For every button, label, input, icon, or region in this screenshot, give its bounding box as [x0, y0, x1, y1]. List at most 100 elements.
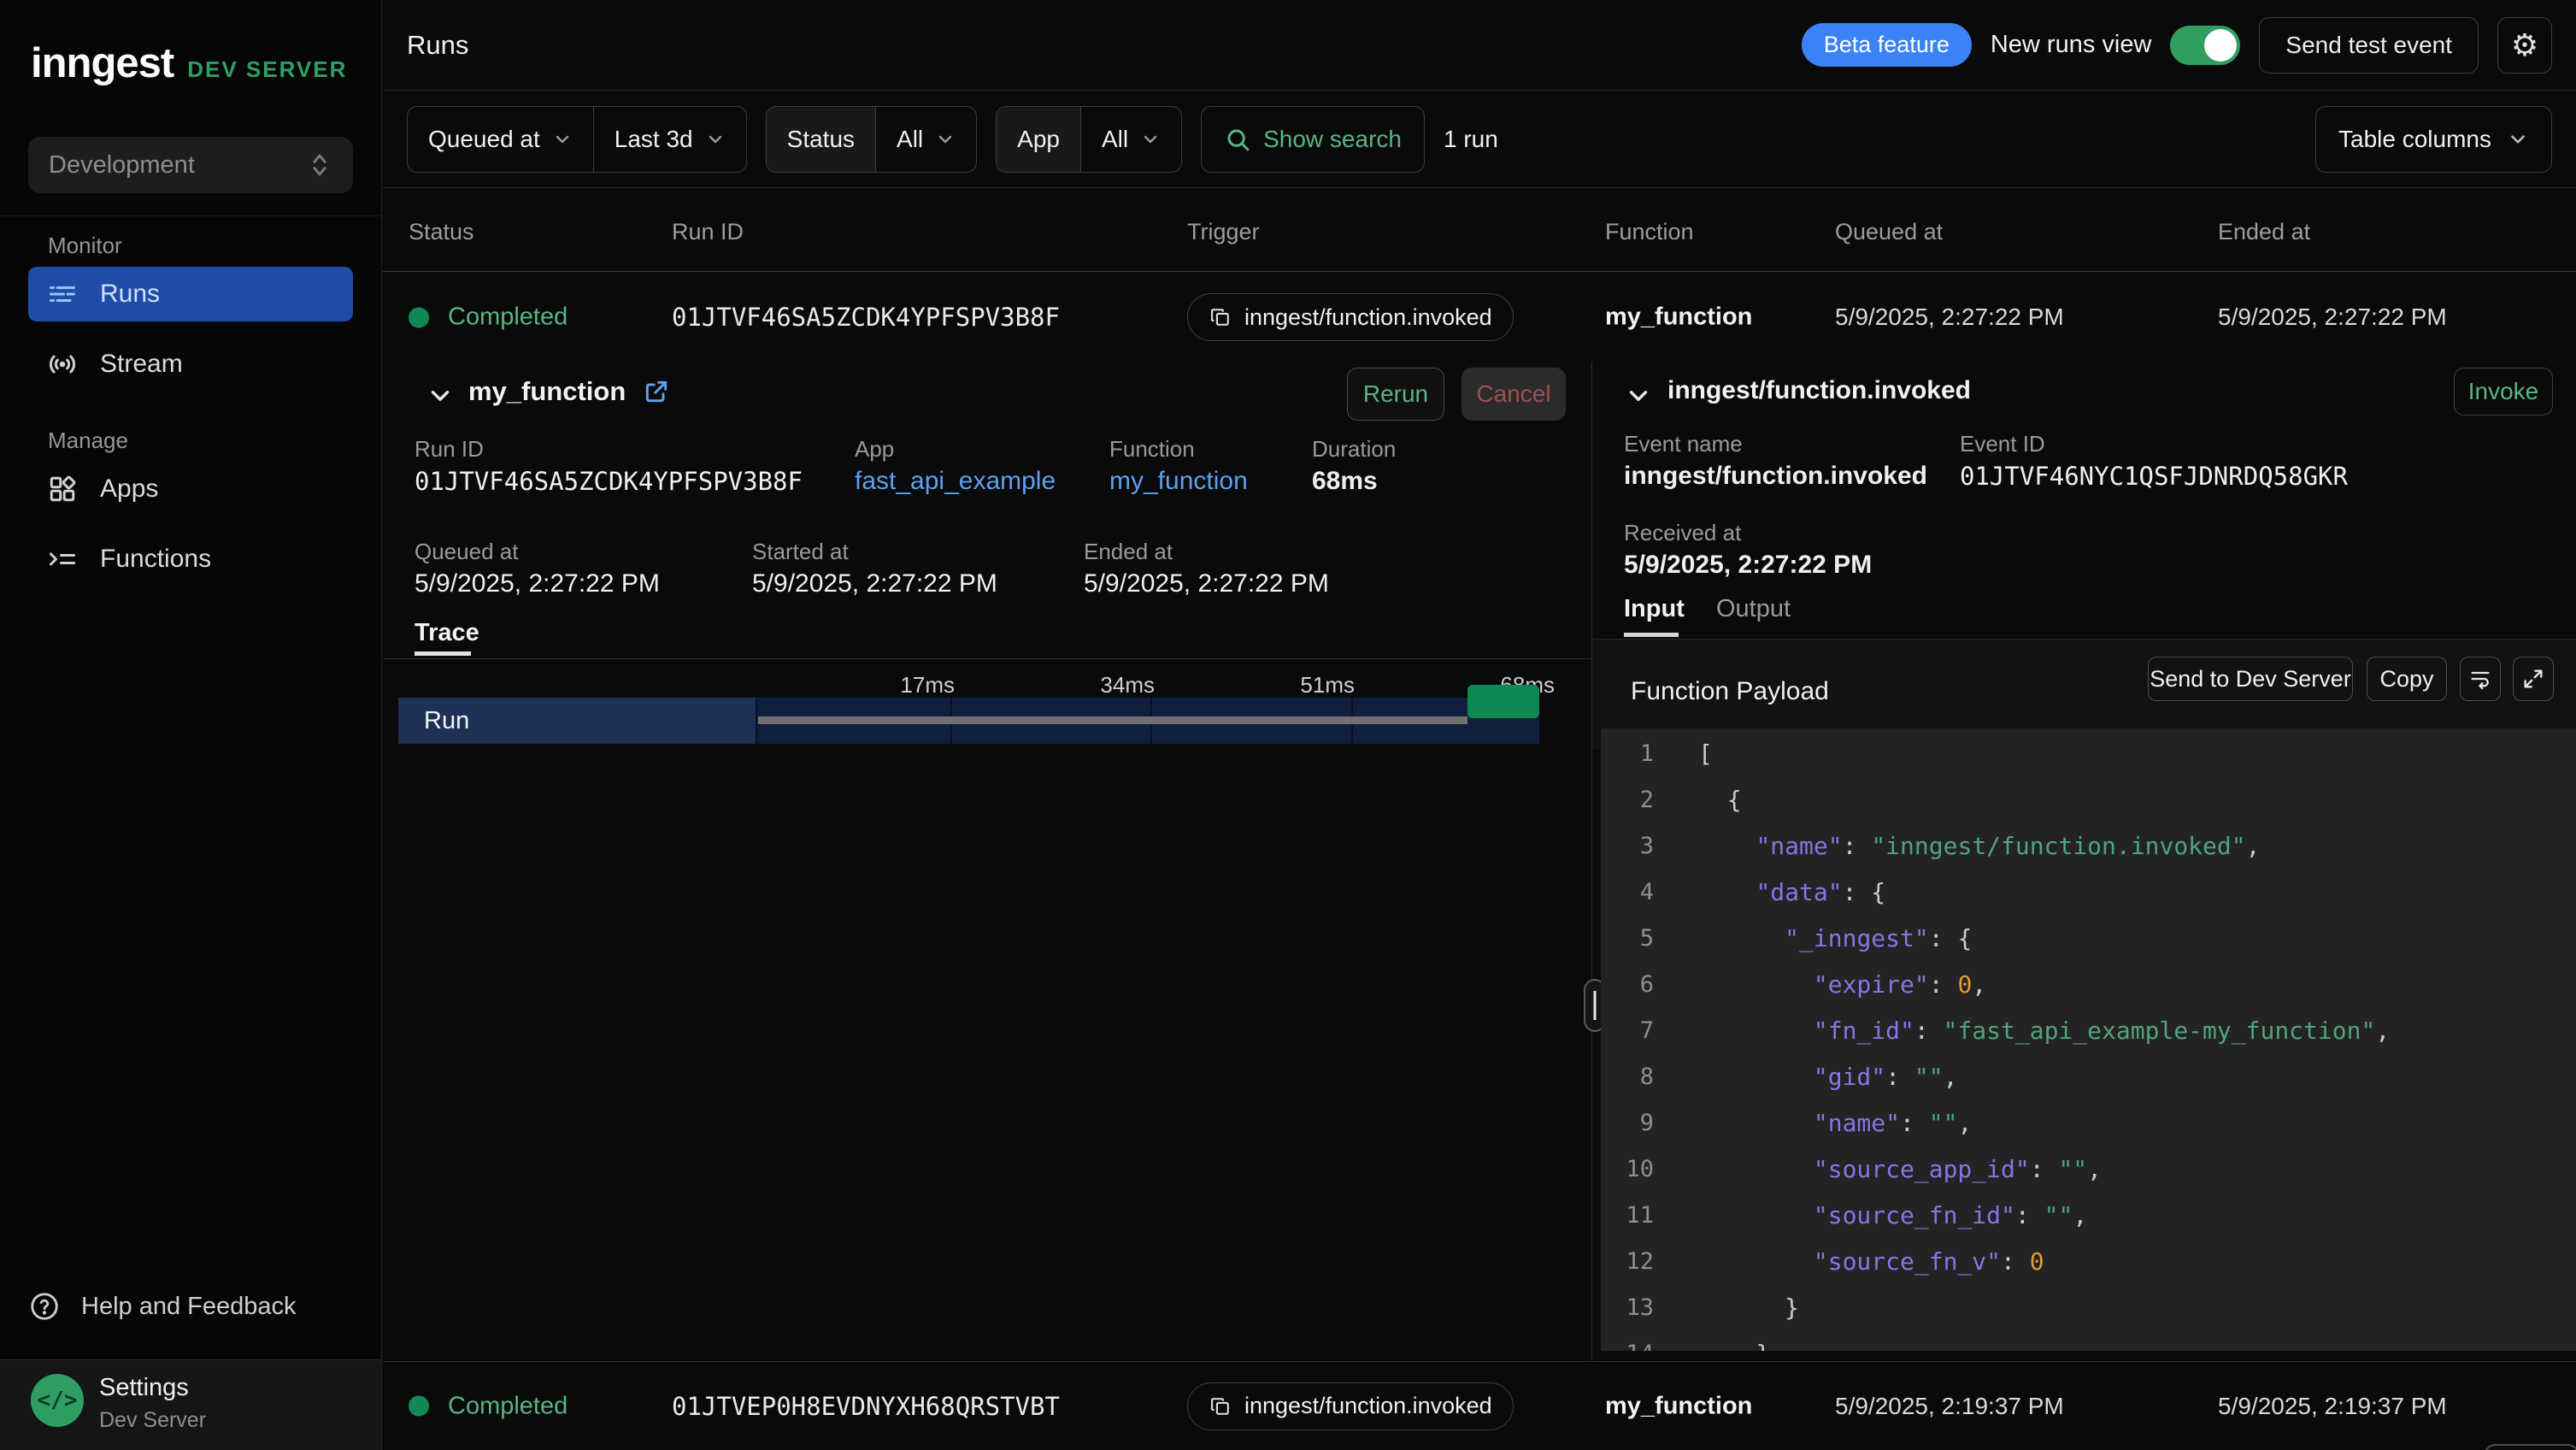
new-runs-view-toggle[interactable]	[2170, 26, 2240, 65]
sidebar-item-functions[interactable]: Functions	[28, 532, 353, 586]
payload-code[interactable]: 1[2 {3 "name": "inngest/function.invoked…	[1601, 728, 2576, 1351]
sidebar-item-runs-label: Runs	[100, 280, 160, 309]
search-icon	[1224, 126, 1251, 153]
code-line: 7 "fn_id": "fast_api_example-my_function…	[1601, 1007, 2576, 1053]
nav-section-manage: Manage	[48, 427, 128, 454]
tab-output[interactable]: Output	[1716, 595, 1791, 623]
help-icon	[28, 1290, 61, 1323]
invoke-button[interactable]: Invoke	[2454, 368, 2553, 416]
status-filter-dropdown[interactable]: All	[876, 107, 976, 172]
code-line: 8 "gid": "",	[1601, 1053, 2576, 1099]
col-header-run-id: Run ID	[672, 219, 744, 245]
trace-timeline	[756, 698, 1539, 744]
run-id-value: 01JTVF46SA5ZCDK4YPFSPV3B8F	[415, 467, 803, 496]
code-line: 1[	[1601, 730, 2576, 776]
nav-section-monitor: Monitor	[48, 233, 122, 259]
status-filter-value: All	[897, 126, 923, 153]
trigger-name: inngest/function.invoked	[1244, 304, 1492, 331]
expanded-run-detail: my_function Rerun Cancel Run ID 01JTVF46…	[383, 362, 2576, 1361]
timeline-tick: 51ms	[1261, 672, 1355, 698]
queued-at-label: Queued at	[415, 539, 518, 565]
function-label: Function	[1109, 436, 1195, 463]
event-id-value: 01JTVF46NYC1QSFJDNRDQ58GKR	[1960, 462, 2348, 491]
send-test-event-button[interactable]: Send test event	[2259, 17, 2479, 74]
show-search-label: Show search	[1263, 126, 1402, 153]
collapse-run-chevron[interactable]	[426, 381, 455, 410]
chevron-up-down-icon	[307, 150, 332, 180]
copy-button[interactable]: Copy	[2367, 657, 2447, 701]
settings-subtitle: Dev Server	[99, 1408, 206, 1433]
status-filter-group: Status All	[766, 106, 978, 173]
chevron-down-icon	[2507, 128, 2529, 150]
gear-icon: ⚙	[2511, 27, 2538, 63]
table-row[interactable]: Completed 01JTVEP0H8EVDNYXH68QRSTVBT inn…	[383, 1361, 2576, 1450]
tab-trace[interactable]: Trace	[415, 619, 479, 647]
duration-value: 68ms	[1312, 467, 1378, 496]
sidebar-item-runs[interactable]: Runs	[28, 267, 353, 321]
time-range-dropdown[interactable]: Last 3d	[594, 107, 746, 172]
apps-grid-icon	[47, 474, 78, 504]
trace-divider	[383, 658, 1591, 659]
sidebar-item-functions-label: Functions	[100, 545, 211, 574]
help-label: Help and Feedback	[81, 1293, 297, 1321]
word-wrap-button[interactable]	[2460, 657, 2501, 701]
sidebar: inngest DEV SERVER Development Monitor R…	[0, 0, 382, 1450]
collapse-event-chevron[interactable]	[1624, 381, 1653, 410]
trace-run-row[interactable]: Run	[398, 698, 1539, 744]
app-filter-group: App All	[996, 106, 1182, 173]
chevron-down-icon	[426, 381, 455, 410]
sidebar-item-stream[interactable]: Stream	[28, 337, 353, 392]
workspace-select[interactable]: Development	[28, 137, 353, 193]
status-badge: Completed	[448, 304, 568, 332]
timeline-tick: 34ms	[1061, 672, 1155, 698]
page-title: Runs	[407, 30, 468, 61]
settings-gear-button[interactable]: ⚙	[2497, 17, 2552, 74]
cancel-button[interactable]: Cancel	[1461, 368, 1566, 421]
word-wrap-icon	[2468, 667, 2492, 691]
show-search-button[interactable]: Show search	[1201, 106, 1425, 173]
rerun-button[interactable]: Rerun	[1347, 368, 1444, 421]
trigger-pill[interactable]: inngest/function.invoked	[1187, 1382, 1514, 1430]
table-row[interactable]: Completed 01JTVF46SA5ZCDK4YPFSPV3B8F inn…	[383, 272, 2576, 362]
function-payload-title: Function Payload	[1631, 677, 1829, 706]
timeline-tick: 17ms	[861, 672, 955, 698]
tab-input[interactable]: Input	[1624, 595, 1685, 623]
help-and-feedback[interactable]: Help and Feedback	[28, 1279, 353, 1334]
top-bar: Runs Beta feature New runs view Send tes…	[383, 0, 2576, 91]
event-name-value: inngest/function.invoked	[1624, 462, 1927, 491]
new-runs-view-label: New runs view	[1991, 31, 2152, 59]
trigger-pill[interactable]: inngest/function.invoked	[1187, 293, 1514, 341]
cutoff-button[interactable]	[2484, 1444, 2576, 1450]
trigger-name: inngest/function.invoked	[1244, 1393, 1492, 1419]
chevron-down-icon	[705, 129, 726, 150]
trace-tab-underline	[415, 651, 471, 656]
function-link[interactable]: my_function	[1109, 467, 1248, 496]
workspace-select-value: Development	[49, 151, 195, 180]
expand-button[interactable]	[2513, 657, 2554, 701]
stream-icon	[47, 349, 78, 380]
external-link-icon[interactable]	[643, 378, 670, 405]
app-filter-dropdown[interactable]: All	[1081, 107, 1181, 172]
code-line: 11 "source_fn_id": "",	[1601, 1192, 2576, 1238]
expand-icon	[2521, 667, 2545, 691]
started-at-value: 5/9/2025, 2:27:22 PM	[752, 569, 997, 598]
app-label: App	[855, 436, 894, 463]
ended-at-value: 5/9/2025, 2:27:22 PM	[1084, 569, 1329, 598]
sidebar-item-apps[interactable]: Apps	[28, 462, 353, 516]
sidebar-item-apps-label: Apps	[100, 474, 158, 504]
app-link[interactable]: fast_api_example	[855, 467, 1056, 496]
table-columns-button[interactable]: Table columns	[2315, 106, 2552, 173]
logo: inngest DEV SERVER	[31, 39, 347, 87]
trace-run-label-zone: Run	[398, 698, 756, 744]
settings-block[interactable]: </> Settings Dev Server	[0, 1359, 381, 1450]
time-filter-group: Queued at Last 3d	[407, 106, 747, 173]
run-id-label: Run ID	[415, 436, 484, 463]
code-line: 14 },	[1601, 1330, 2576, 1351]
app-root: inngest DEV SERVER Development Monitor R…	[0, 0, 2576, 1450]
time-field-dropdown[interactable]: Queued at	[408, 107, 593, 172]
input-tab-underline	[1624, 633, 1679, 637]
beta-feature-badge: Beta feature	[1802, 23, 1972, 67]
app-filter-value: All	[1102, 126, 1128, 153]
send-to-dev-server-button[interactable]: Send to Dev Server	[2148, 657, 2353, 701]
event-name-label: Event name	[1624, 431, 1743, 457]
